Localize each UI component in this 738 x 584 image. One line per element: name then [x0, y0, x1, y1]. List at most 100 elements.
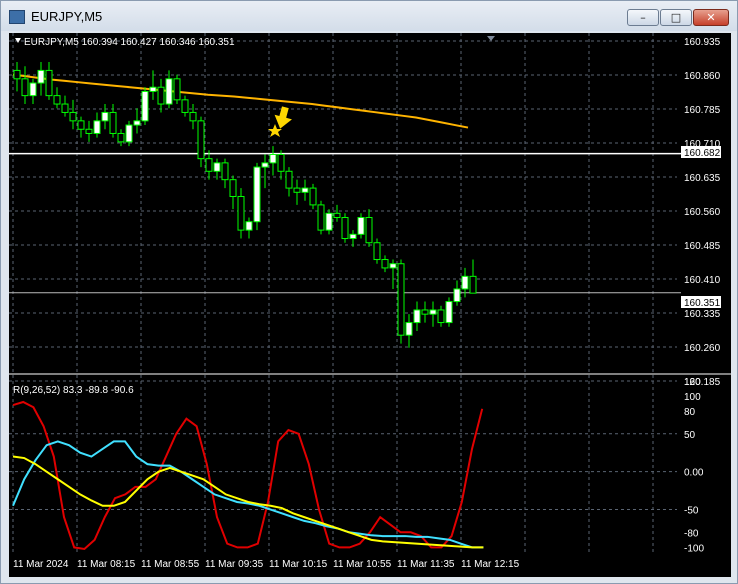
candle-bull [253, 166, 261, 223]
candle-bull [413, 309, 421, 324]
close-button[interactable]: ✕ [693, 9, 729, 26]
candle-bull [29, 82, 37, 97]
candle-bull [445, 301, 453, 324]
price-axis-label: 160.860 [684, 71, 721, 82]
indicator-axis-label: 100 [684, 392, 701, 403]
candle-bear [277, 153, 285, 172]
candle-bear [157, 86, 165, 105]
candle-bear [469, 275, 477, 294]
price-axis-label: 160.260 [684, 343, 721, 354]
time-axis-label: 11 Mar 08:15 [77, 559, 136, 570]
candle-bear [45, 69, 53, 97]
candle-bear [61, 103, 69, 113]
time-axis-label: 11 Mar 11:35 [397, 559, 455, 570]
chart-shift-marker-icon[interactable] [487, 36, 495, 41]
window-title: EURJPY,M5 [31, 9, 103, 24]
candle-bull [405, 322, 413, 336]
candle-bull [101, 111, 109, 122]
chart-header: EURJPY,M5 160.394 160.427 160.346 160.35… [24, 37, 235, 48]
candle-bull [301, 187, 309, 193]
price-axis-label: 160.335 [684, 309, 721, 320]
candle-bull [37, 69, 45, 84]
time-axis-label: 11 Mar 09:35 [205, 559, 264, 570]
candle-bull [165, 78, 173, 105]
candle-bear [189, 111, 197, 122]
candle-bull [453, 288, 461, 303]
candle-bear [341, 217, 349, 240]
candle-bull [141, 90, 149, 122]
candle-bear [197, 120, 205, 160]
indicator-axis-label: -100 [684, 543, 704, 554]
price-tag-line: 160.682 [684, 148, 721, 159]
chart-svg[interactable]: 160.935160.860160.785160.710160.635160.5… [9, 33, 731, 577]
candle-bull [389, 263, 397, 269]
time-axis-label: 11 Mar 08:55 [141, 559, 200, 570]
candle-bull [133, 120, 141, 126]
candle-bear [421, 309, 429, 315]
price-axis: 160.935160.860160.785160.710160.635160.5… [684, 37, 721, 388]
indicator-axis-label: 0.00 [684, 468, 704, 479]
candle-bear [373, 242, 381, 261]
candle-bear [381, 259, 389, 269]
candle-bull [261, 162, 269, 168]
candle-bear [69, 111, 77, 122]
price-axis-label: 160.935 [684, 37, 721, 48]
price-tag-bid: 160.351 [684, 298, 721, 309]
candle-bull [93, 120, 101, 134]
indicator-axis-label: 50 [684, 430, 696, 441]
indicator-axis-label: 80 [684, 407, 696, 418]
candles [13, 62, 477, 348]
indicator-axis-label: -50 [684, 506, 699, 517]
candle-bear [221, 162, 229, 181]
price-axis-label: 160.635 [684, 173, 721, 184]
candle-bear [437, 309, 445, 324]
candle-bear [229, 179, 237, 197]
candle-bull [429, 309, 437, 315]
candle-bull [245, 221, 253, 231]
candle-bear [53, 95, 61, 105]
candle-bull [325, 212, 333, 231]
candle-bear [13, 69, 21, 80]
chart-canvas[interactable]: 160.935 160.860 160.785 160.710 160.635 160.5… [9, 33, 731, 577]
candle-bear [285, 170, 293, 189]
price-axis-label: 160.785 [684, 105, 721, 116]
candle-bear [117, 132, 125, 143]
indicator-axis-label: -80 [684, 528, 699, 539]
time-axis-label: 11 Mar 10:55 [333, 559, 392, 570]
candle-bull [357, 217, 365, 235]
chart-window: EURJPY,M5 – □ ✕ 160.935 160.860 160.785 160… [0, 0, 738, 584]
candle-bear [21, 78, 29, 97]
chart-window-icon [9, 10, 25, 24]
maximize-button[interactable]: □ [660, 9, 692, 26]
price-axis-label: 160.485 [684, 241, 721, 252]
candle-bull [269, 153, 277, 164]
time-axis-label: 11 Mar 12:15 [461, 559, 520, 570]
indicator-header: R(9,26,52) 83.3 -89.8 -90.6 [13, 385, 134, 396]
candle-bull [461, 275, 469, 290]
candle-bull [213, 162, 221, 172]
candle-bear [397, 263, 405, 336]
candle-bull [149, 86, 157, 92]
candle-bear [237, 195, 245, 231]
time-axis-label: 11 Mar 2024 [13, 559, 69, 570]
minimize-button[interactable]: – [627, 9, 659, 26]
candle-bear [205, 158, 213, 172]
indicator-red-line [12, 400, 484, 550]
price-axis-label: 160.410 [684, 275, 721, 286]
candle-bull [125, 124, 133, 143]
candle-bear [173, 78, 181, 101]
indicator-axis-label: 120 [684, 377, 701, 388]
time-axis-label: 11 Mar 10:15 [269, 559, 328, 570]
candle-bear [85, 128, 93, 134]
candle-bear [109, 111, 117, 134]
candle-bear [365, 217, 373, 244]
candle-bear [77, 120, 85, 130]
title-bar[interactable]: EURJPY,M5 – □ ✕ [1, 1, 737, 31]
candle-bear [333, 212, 341, 219]
candle-bear [181, 99, 189, 113]
candle-bear [317, 204, 325, 231]
indicator-cyan-line [12, 440, 484, 549]
time-axis: 11 Mar 2024 11 Mar 08:15 11 Mar 08:55 11 Ma… [13, 559, 520, 570]
candle-bear [293, 187, 301, 193]
grid [9, 33, 677, 555]
